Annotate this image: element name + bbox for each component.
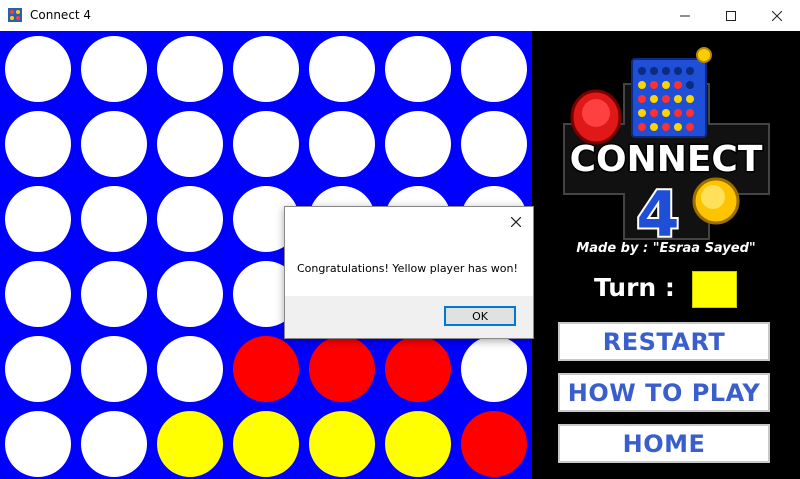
win-dialog: Congratulations! Yellow player has won! …	[284, 206, 534, 339]
board-cell[interactable]	[385, 111, 451, 177]
board-cell[interactable]	[81, 36, 147, 102]
board-cell[interactable]	[157, 336, 223, 402]
maximize-button[interactable]	[708, 0, 754, 31]
window-title: Connect 4	[30, 8, 92, 22]
board-cell[interactable]	[309, 411, 375, 477]
app-icon	[7, 7, 23, 23]
board-cell[interactable]	[461, 411, 527, 477]
close-icon	[772, 10, 782, 21]
board-cell[interactable]	[233, 336, 299, 402]
board-cell[interactable]	[157, 186, 223, 252]
home-button[interactable]: HOME	[558, 424, 770, 463]
board-cell[interactable]	[461, 111, 527, 177]
board-cell[interactable]	[5, 111, 71, 177]
board-cell[interactable]	[81, 186, 147, 252]
board-cell[interactable]	[5, 336, 71, 402]
dialog-message: Congratulations! Yellow player has won!	[297, 262, 518, 275]
author-credit: Made by : "Esraa Sayed"	[576, 241, 756, 256]
board-cell[interactable]	[81, 411, 147, 477]
board-cell[interactable]	[5, 261, 71, 327]
minimize-icon	[680, 15, 690, 16]
board-cell[interactable]	[309, 111, 375, 177]
minimize-button[interactable]	[662, 0, 708, 31]
svg-text:4: 4	[636, 178, 679, 244]
board-cell[interactable]	[157, 36, 223, 102]
close-window-button[interactable]	[754, 0, 800, 31]
title-bar: Connect 4	[0, 0, 800, 32]
turn-label: Turn :	[594, 273, 675, 302]
board-cell[interactable]	[461, 336, 527, 402]
board-cell[interactable]	[461, 36, 527, 102]
board-cell[interactable]	[157, 411, 223, 477]
side-panel: CONNECT 4 Made by : "Esraa Sayed" Turn :…	[532, 31, 800, 479]
dialog-close-button[interactable]	[505, 211, 527, 233]
ok-button[interactable]: OK	[444, 306, 516, 326]
board-cell[interactable]	[157, 111, 223, 177]
board-cell[interactable]	[157, 261, 223, 327]
board-cell[interactable]	[233, 36, 299, 102]
board-cell[interactable]	[5, 186, 71, 252]
board-cell[interactable]	[5, 36, 71, 102]
how-to-play-button[interactable]: HOW TO PLAY	[558, 373, 770, 412]
dialog-footer: OK	[285, 296, 533, 338]
board-cell[interactable]	[309, 36, 375, 102]
board-cell[interactable]	[385, 411, 451, 477]
board-cell[interactable]	[81, 111, 147, 177]
close-icon	[511, 217, 521, 227]
board-cell[interactable]	[81, 336, 147, 402]
board-cell[interactable]	[385, 336, 451, 402]
board-cell[interactable]	[309, 336, 375, 402]
turn-indicator	[692, 271, 737, 308]
board-cell[interactable]	[233, 411, 299, 477]
board-cell[interactable]	[5, 411, 71, 477]
board-cell[interactable]	[385, 36, 451, 102]
svg-text:CONNECT: CONNECT	[570, 139, 763, 180]
board-cell[interactable]	[81, 261, 147, 327]
maximize-icon	[726, 10, 736, 21]
connect4-logo: CONNECT 4	[554, 39, 779, 253]
restart-button[interactable]: RESTART	[558, 322, 770, 361]
board-cell[interactable]	[233, 111, 299, 177]
